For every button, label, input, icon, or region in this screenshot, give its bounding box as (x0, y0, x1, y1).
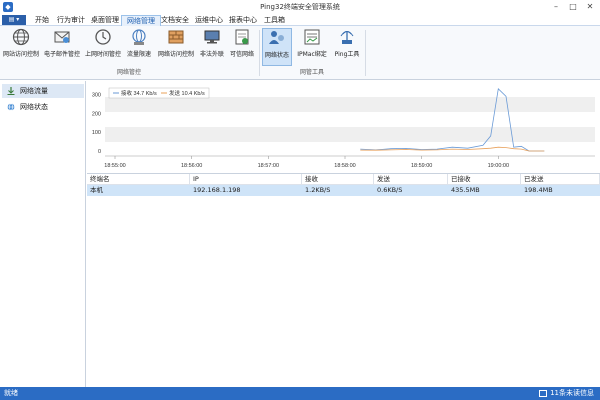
column-header-send[interactable]: 发送 (374, 174, 448, 185)
menu-reports[interactable]: 报表中心 (224, 15, 262, 26)
menu-start[interactable]: 开始 (30, 15, 54, 26)
ipmac-binding-button[interactable]: IPMac绑定 (296, 28, 328, 66)
menu-doc-security[interactable]: 文档安全 (156, 15, 194, 26)
globe-icon (7, 103, 15, 111)
cell-total-received: 435.5MB (451, 186, 480, 194)
y-tick-label: 100 (92, 130, 101, 136)
sidebar-item-network-status[interactable]: 网络状态 (2, 100, 84, 114)
sidebar-item-label: 网络流量 (20, 87, 48, 95)
trusted-network-button[interactable]: 可信网络 (228, 28, 256, 66)
ipmac-icon (304, 29, 320, 45)
illegal-outreach-button[interactable]: 非法外联 (198, 28, 226, 66)
network-status-icon (269, 31, 284, 44)
firewall-icon (168, 30, 184, 44)
legend-send: 发送 10.4 Kb/s (169, 89, 205, 97)
menu-toolbox[interactable]: 工具箱 (259, 15, 290, 26)
close-icon[interactable]: ✕ (582, 1, 598, 13)
unread-messages[interactable]: 11条未读信息 (539, 387, 594, 400)
window-title: Ping32终端安全管理系统 (260, 3, 340, 11)
menu-behavior-audit[interactable]: 行为审计 (52, 15, 90, 26)
antenna-icon (340, 31, 354, 44)
maximize-icon[interactable]: □ (565, 1, 581, 13)
cell-receive: 1.2KB/S (305, 186, 331, 194)
ribbon-group-network-tools: 网管工具 (299, 69, 324, 76)
x-tick-label: 18:56:00 (181, 163, 202, 169)
minimize-icon[interactable]: – (548, 1, 564, 13)
ribbon-group-network-control: 网络管控 (116, 69, 141, 76)
network-status-button[interactable]: 网络状态 (262, 28, 292, 66)
menu-bar: ▤ ▾ 开始 行为审计 桌面管理 网络管理 文档安全 运维中心 报表中心 工具箱 (0, 14, 600, 26)
traffic-chart-panel: 300 200 100 0 18:55:00 18:56:00 18:57:00 18:58… (87, 81, 600, 172)
x-tick-label: 18:59:00 (411, 163, 432, 169)
cell-terminal: 本机 (90, 186, 103, 194)
column-header-total-sent[interactable]: 已发送 (521, 174, 600, 185)
status-text: 就绪 (4, 389, 18, 397)
sidebar-item-label: 网络状态 (20, 103, 48, 111)
column-header-total-received[interactable]: 已接收 (448, 174, 521, 185)
network-access-control-button[interactable]: 网络访问控制 (156, 28, 196, 66)
monitor-icon (204, 30, 220, 44)
x-tick-label: 18:57:00 (258, 163, 279, 169)
column-header-terminal[interactable]: 终端名 (87, 174, 190, 185)
sidebar: 网络流量 网络状态 (0, 81, 86, 387)
download-icon (7, 87, 15, 95)
globe-speed-icon (132, 29, 146, 45)
globe-icon (12, 28, 30, 46)
ping-tool-button[interactable]: Ping工具 (332, 28, 362, 66)
ribbon-separator (365, 30, 366, 76)
x-tick-label: 19:00:00 (488, 163, 509, 169)
cell-send: 0.6KB/S (377, 186, 403, 194)
traffic-table: 终端名 IP 接收 发送 已接收 已发送 本机 192.168.1.198 1.… (87, 173, 600, 387)
column-header-ip[interactable]: IP (190, 174, 302, 185)
table-row[interactable]: 本机 192.168.1.198 1.2KB/S 0.6KB/S 435.5MB… (87, 185, 600, 196)
y-tick-label: 300 (92, 92, 101, 98)
x-tick-label: 18:58:00 (334, 163, 355, 169)
mail-icon (539, 389, 548, 397)
online-time-control-button[interactable]: 上网时间管控 (84, 28, 122, 66)
clock-icon (95, 29, 111, 45)
y-tick-label: 200 (92, 111, 101, 117)
x-tick-label: 18:55:00 (104, 163, 125, 169)
cell-total-sent: 198.4MB (524, 186, 553, 194)
trusted-doc-icon (235, 29, 249, 45)
website-access-control-button[interactable]: 网站访问控制 (2, 28, 40, 66)
mail-icon (54, 31, 70, 43)
status-bar: 就绪 11条未读信息 (0, 387, 600, 400)
legend-receive: 接收 34.7 Kb/s (121, 89, 157, 97)
traffic-chart: 300 200 100 0 18:55:00 18:56:00 18:57:00 18:58… (92, 85, 595, 169)
menu-desktop[interactable]: 桌面管理 (86, 15, 124, 26)
cell-ip: 192.168.1.198 (193, 186, 241, 194)
menu-network[interactable]: 网络管理 (121, 15, 161, 26)
y-tick-label: 0 (98, 149, 101, 155)
ribbon: 网站访问控制 电子邮件管控 上网时间管控 流量限速 网络访问控制 非法外联 可信… (0, 26, 600, 80)
traffic-limit-button[interactable]: 流量限速 (124, 28, 154, 66)
sidebar-item-network-traffic[interactable]: 网络流量 (2, 84, 84, 98)
menu-ops[interactable]: 运维中心 (190, 15, 228, 26)
email-control-button[interactable]: 电子邮件管控 (42, 28, 82, 66)
file-menu-button[interactable]: ▤ ▾ (2, 15, 26, 25)
title-bar: ◆ Ping32终端安全管理系统 – □ ✕ (0, 0, 600, 14)
column-header-receive[interactable]: 接收 (302, 174, 374, 185)
